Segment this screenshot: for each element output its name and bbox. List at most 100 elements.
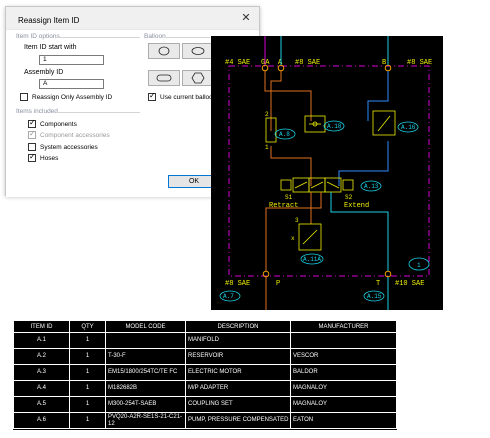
col-item-id: ITEM ID — [13, 320, 70, 333]
cell: A.5 — [13, 396, 70, 413]
group-divider — [56, 112, 140, 113]
cell: A.3 — [13, 364, 70, 381]
hydraulic-schematic: #4 SAE GA A #8 SAE B #8 SAE A.18 2 1 A.8 — [211, 36, 443, 310]
port-ga-label: GA — [261, 59, 270, 67]
cell: 1 — [69, 412, 106, 429]
cell: PVQ20-A2R-SE1S-21-C21-12 — [105, 412, 186, 429]
items-included-group-label: Items included — [16, 108, 58, 115]
col-model-code: MODEL CODE — [105, 320, 186, 333]
port-t-label: T — [376, 280, 380, 288]
start-with-input[interactable]: 1 — [39, 55, 104, 65]
num-1: 1 — [265, 144, 269, 151]
components-label: Components — [40, 120, 77, 128]
table-row: A.1 1 MANIFOLD — [13, 332, 397, 349]
assembly-id-input[interactable]: A — [39, 79, 104, 89]
checkbox-box[interactable] — [28, 129, 36, 139]
checkbox-box[interactable] — [28, 152, 36, 162]
checkbox-box[interactable] — [28, 143, 36, 151]
cell: A.1 — [13, 332, 70, 349]
balloon-circle-button[interactable] — [148, 43, 180, 59]
port-t-size-label: #10 SAE — [395, 280, 424, 288]
table-row: A.2 1 T-30-F RESERVOIR VESCOR — [13, 348, 397, 365]
checkbox-box[interactable] — [28, 118, 36, 128]
cell: A.4 — [13, 380, 70, 397]
close-icon[interactable]: ✕ — [240, 12, 252, 24]
cell — [105, 332, 186, 349]
cell: M/P ADAPTER — [185, 380, 291, 397]
table-row: A.6 1 PVQ20-A2R-SE1S-21-C21-12 PUMP, PRE… — [13, 412, 397, 429]
cell: 1 — [69, 332, 106, 349]
cell: A.6 — [13, 412, 70, 429]
manifold-boundary — [228, 65, 430, 277]
line — [367, 71, 389, 121]
cell: MAGNALOY — [290, 380, 397, 397]
num-2: 2 — [265, 111, 269, 118]
reassign-only-assembly-checkbox[interactable]: Reassign Only Assembly ID — [20, 93, 112, 101]
cell: ELECTRIC MOTOR — [185, 364, 291, 381]
tag-1: 1 — [417, 262, 421, 269]
line — [264, 71, 312, 121]
balloon-hexagon-button[interactable] — [182, 70, 214, 86]
cell: A.2 — [13, 348, 70, 365]
components-checkbox[interactable]: Components — [28, 118, 77, 128]
table-header-row: ITEM ID QTY MODEL CODE DESCRIPTION MANUF… — [13, 320, 397, 333]
circle-shape-icon — [158, 46, 170, 56]
bill-of-materials-table: ITEM ID QTY MODEL CODE DESCRIPTION MANUF… — [13, 320, 397, 430]
arrow — [302, 229, 318, 245]
checkbox-box[interactable] — [20, 93, 28, 101]
cell: RESERVOIR — [185, 348, 291, 365]
use-current-balloon-checkbox[interactable]: Use current balloon t — [148, 91, 220, 101]
label-s2: S2 — [345, 194, 353, 201]
table-row: A.5 1 M300-254T-SAEB COUPLING SET MAGNAL… — [13, 396, 397, 413]
cell: EM15/1800/254TC/TE FC — [105, 364, 186, 381]
label-s1: S1 — [285, 194, 293, 201]
component-accessories-checkbox[interactable]: Component accessories — [28, 129, 110, 139]
num-x: x — [291, 235, 295, 242]
tag-a13: A.13 — [364, 183, 379, 190]
table-row: A.4 1 M182682B M/P ADAPTER MAGNALOY — [13, 380, 397, 397]
system-accessories-checkbox[interactable]: System accessories — [28, 143, 98, 151]
arrow — [377, 115, 391, 132]
balloon-slot-button[interactable] — [148, 70, 180, 86]
start-with-label: Item ID start with — [24, 44, 77, 51]
cell: PUMP, PRESSURE COMPENSATED — [185, 412, 291, 429]
tag-a8: A.8 — [279, 131, 290, 138]
tag-a7: A.7 — [223, 293, 234, 300]
cell: 1 — [69, 364, 106, 381]
cell: T-30-F — [105, 348, 186, 365]
dialog-title: Reassign Item ID — [18, 16, 80, 25]
balloon-group-label: Balloon — [144, 33, 166, 40]
hoses-checkbox[interactable]: Hoses — [28, 152, 59, 162]
slot-shape-icon — [156, 74, 172, 82]
balloon-ellipse-button[interactable] — [182, 43, 214, 59]
port-tl-label: #4 SAE — [225, 59, 250, 67]
hoses-label: Hoses — [40, 154, 59, 162]
tag-a15: A.15 — [367, 293, 382, 300]
cell: 1 — [69, 396, 106, 413]
tag-a16: A.16 — [401, 124, 416, 131]
label-retract: Retract — [269, 202, 298, 210]
hexagon-shape-icon — [191, 72, 205, 84]
schematic-canvas: #4 SAE GA A #8 SAE B #8 SAE A.18 2 1 A.8 — [219, 36, 432, 310]
item-id-options-group-label: Item ID options — [16, 33, 60, 40]
line — [338, 141, 389, 186]
component-accessories-label: Component accessories — [40, 131, 110, 139]
solenoid-s2 — [342, 179, 354, 191]
arrows — [294, 181, 340, 189]
checkbox-box[interactable] — [148, 91, 156, 101]
solenoid-s1 — [280, 179, 292, 191]
group-divider — [166, 37, 210, 38]
cell: 1 — [69, 348, 106, 365]
col-qty: QTY — [69, 320, 106, 333]
col-description: DESCRIPTION — [185, 320, 291, 333]
cell: VESCOR — [290, 348, 397, 365]
cell: EATON — [290, 412, 397, 429]
label-extend: Extend — [344, 202, 369, 210]
cell: MANIFOLD — [185, 332, 291, 349]
num-3: 3 — [295, 217, 299, 224]
table-row: A.3 1 EM15/1800/254TC/TE FC ELECTRIC MOT… — [13, 364, 397, 381]
cell — [290, 332, 397, 349]
col-manufacturer: MANUFACTURER — [290, 320, 397, 333]
cell: MAGNALOY — [290, 396, 397, 413]
tag-a11a: A.11A — [303, 256, 321, 263]
